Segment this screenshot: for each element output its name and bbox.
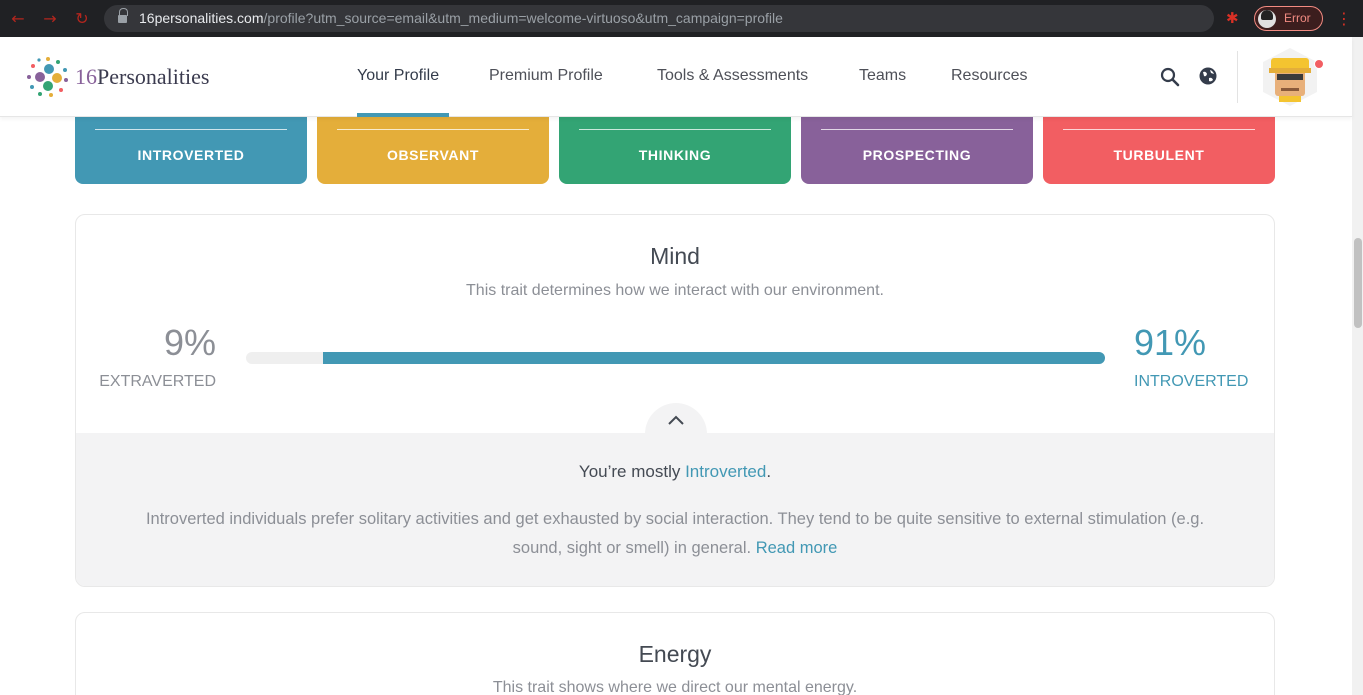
- logo-number: 16: [75, 64, 97, 89]
- trait-card-divider: [95, 129, 287, 130]
- notification-dot: [1314, 59, 1324, 69]
- panel-title: Mind: [650, 243, 700, 269]
- nav-teams[interactable]: Teams: [859, 67, 906, 85]
- panel-title: Energy: [638, 641, 712, 667]
- collapse-button[interactable]: [645, 403, 707, 434]
- profile-avatar: [1258, 10, 1276, 28]
- mostly-suffix: .: [766, 462, 772, 481]
- lock-icon: [118, 8, 128, 23]
- trait-card-divider: [821, 129, 1013, 130]
- address-bar[interactable]: 16personalities.com/profile?utm_source=e…: [104, 5, 1303, 32]
- energy-trait-panel: Energy This trait shows where we direct …: [75, 612, 1275, 695]
- trait-card-label: OBSERVANT: [386, 147, 479, 163]
- url-host: 16personalities.com: [139, 10, 264, 26]
- browser-profile-button[interactable]: Error: [1254, 6, 1323, 31]
- trait-card-divider: [579, 129, 771, 130]
- site-header: 16Personalities Your Profile Premium Pro…: [0, 37, 1352, 117]
- trait-card-divider: [1063, 129, 1255, 130]
- logo-mark-icon: [27, 57, 68, 97]
- puzzle-icon[interactable]: ✱: [1226, 9, 1243, 27]
- active-nav-indicator: [357, 113, 449, 117]
- description-text: Introverted individuals prefer solitary …: [145, 510, 1205, 557]
- trait-description: Introverted individuals prefer solitary …: [136, 505, 1214, 563]
- site-logo[interactable]: 16Personalities: [27, 56, 227, 98]
- forward-arrow-icon[interactable]: →: [40, 9, 60, 29]
- url-path: /profile?utm_source=email&utm_medium=wel…: [263, 10, 783, 26]
- user-avatar[interactable]: [1259, 46, 1321, 108]
- header-divider: [1237, 51, 1238, 103]
- nav-your-profile[interactable]: Your Profile: [357, 67, 439, 85]
- mostly-trait: Introverted: [685, 462, 767, 481]
- page-scrollbar[interactable]: [1352, 37, 1363, 695]
- browser-toolbar: ← → ↻ 16personalities.com/profile?utm_so…: [0, 0, 1363, 37]
- back-arrow-icon[interactable]: ←: [8, 9, 28, 29]
- logo-wordmark: 16Personalities: [75, 64, 209, 90]
- trait-card-divider: [337, 129, 529, 130]
- mostly-statement: You’re mostly Introverted.: [76, 462, 1274, 482]
- panel-subtitle: This trait determines how we interact wi…: [466, 282, 884, 299]
- reload-icon[interactable]: ↻: [72, 9, 92, 29]
- extraverted-percent: 9%: [163, 322, 216, 363]
- search-icon[interactable]: [1160, 67, 1180, 87]
- nav-premium-profile[interactable]: Premium Profile: [489, 67, 603, 85]
- panel-subtitle: This trait shows where we direct our men…: [492, 679, 858, 695]
- globe-icon[interactable]: [1198, 66, 1218, 86]
- profile-status: Error: [1284, 11, 1311, 25]
- trait-card-label: TURBULENT: [1113, 147, 1205, 163]
- nav-resources[interactable]: Resources: [951, 67, 1027, 85]
- logo-word: Personalities: [97, 64, 210, 89]
- trait-card-label: PROSPECTING: [862, 147, 972, 163]
- trait-card-label: INTROVERTED: [137, 147, 245, 163]
- introverted-label: INTROVERTED: [1134, 373, 1249, 390]
- chevron-up-icon: [668, 415, 684, 425]
- mind-trait-panel: Mind This trait determines how we intera…: [75, 214, 1275, 587]
- read-more-link[interactable]: Read more: [756, 539, 838, 557]
- trait-bar-fill: [323, 352, 1105, 364]
- page-scrollbar-thumb[interactable]: [1354, 238, 1362, 328]
- trait-card-label: THINKING: [638, 147, 712, 163]
- extraverted-label: EXTRAVERTED: [99, 373, 216, 390]
- url-text[interactable]: 16personalities.com/profile?utm_source=e…: [139, 10, 783, 26]
- nav-tools-assessments[interactable]: Tools & Assessments: [657, 67, 808, 85]
- more-menu-icon[interactable]: ⋮: [1336, 9, 1352, 28]
- introverted-percent: 91%: [1134, 322, 1207, 363]
- mostly-prefix: You’re mostly: [578, 462, 686, 481]
